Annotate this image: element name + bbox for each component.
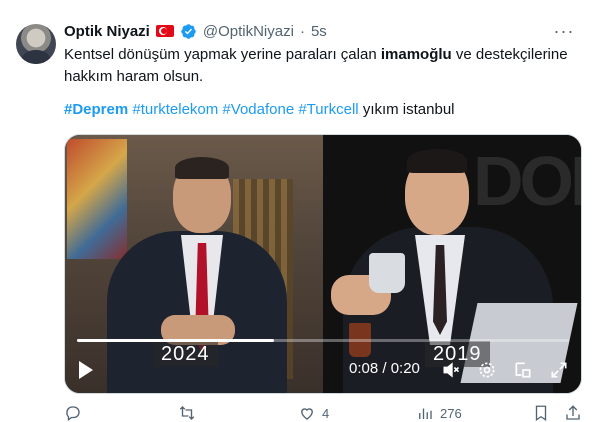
volume-icon[interactable] [441, 360, 461, 380]
speaker-left-hair [175, 157, 229, 179]
hashtags-tail: yıkım istanbul [362, 101, 455, 118]
share-button[interactable] [564, 404, 582, 422]
video-timecode: 0:08 / 0:20 [349, 360, 420, 377]
tweet-text: Kentsel dönüşüm yapmak yerine paraları ç… [64, 44, 589, 88]
speaker-right-hair [407, 149, 467, 173]
reply-button[interactable] [64, 404, 88, 422]
video-controls: 0:08 / 0:20 [65, 351, 581, 391]
hashtag-turktelekom[interactable]: #turktelekom [132, 101, 218, 118]
more-icon[interactable]: ··· [549, 18, 579, 44]
bookmark-button[interactable] [532, 404, 550, 422]
avatar[interactable] [16, 24, 56, 64]
studio-background-text: DOL [473, 142, 581, 220]
tea-cup [369, 253, 405, 293]
verified-badge-icon [181, 23, 196, 39]
retweet-button[interactable] [178, 404, 202, 422]
like-icon [301, 408, 313, 420]
video-progress-bar[interactable] [77, 339, 569, 342]
tweet[interactable]: Optik Niyazi @OptikNiyazi · 5s ··· Kents… [0, 0, 609, 422]
play-icon[interactable] [79, 361, 93, 379]
video-player[interactable]: DOL 2024 2019 0:08 / 0:20 [64, 134, 582, 394]
hashtag-turkcell[interactable]: #Turkcell [298, 101, 358, 118]
like-count: 4 [322, 405, 330, 421]
tweet-actions: 4 276 [64, 404, 589, 422]
hashtag-line: #Deprem #turktelekom #Vodafone #Turkcell… [64, 99, 455, 121]
views-count: 276 [440, 405, 462, 421]
settings-icon[interactable] [477, 360, 497, 380]
hashtag-vodafone[interactable]: #Vodafone [222, 101, 294, 118]
tweet-text-before: Kentsel dönüşüm yapmak yerine paraları ç… [64, 46, 381, 63]
retweet-icon [179, 406, 195, 420]
share-icon [566, 405, 580, 420]
author-name[interactable]: Optik Niyazi [64, 23, 150, 40]
tweet-timestamp[interactable]: 5s [311, 23, 327, 40]
fullscreen-icon[interactable] [549, 360, 569, 380]
views-icon [419, 408, 432, 419]
reply-icon [66, 406, 80, 422]
bookmark-icon [535, 405, 547, 422]
pip-icon[interactable] [513, 360, 533, 380]
hashtag-deprem[interactable]: #Deprem [64, 101, 128, 118]
turkish-flag-icon [155, 25, 174, 37]
like-button[interactable]: 4 [298, 404, 329, 422]
views-button[interactable]: 276 [416, 404, 462, 422]
video-progress-fill [77, 339, 274, 342]
tweet-text-bold: imamoğlu [380, 46, 452, 63]
background-painting [67, 139, 127, 259]
author-handle[interactable]: @OptikNiyazi [203, 23, 294, 40]
tweet-header: Optik Niyazi @OptikNiyazi · 5s [64, 20, 327, 42]
separator-dot: · [299, 22, 305, 40]
